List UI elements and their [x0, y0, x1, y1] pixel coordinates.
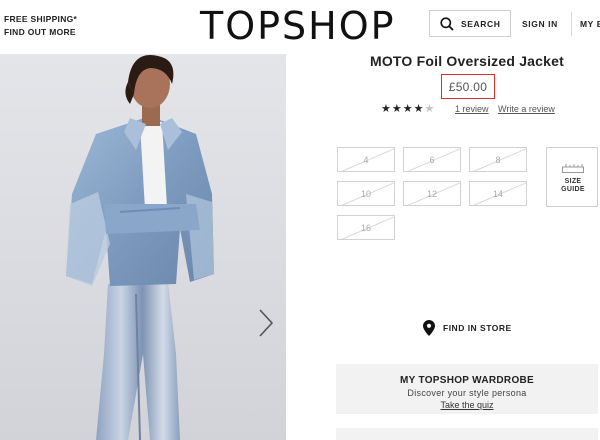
star-empty-icon: ★ — [424, 103, 435, 115]
promo-line-1[interactable]: FREE SHIPPING* — [4, 13, 77, 26]
size-option-4[interactable]: 4 — [337, 147, 395, 172]
size-guide-button[interactable]: SIZE GUIDE — [546, 147, 598, 207]
search-icon — [440, 16, 454, 31]
size-label: 8 — [495, 154, 501, 165]
chevron-right-icon — [259, 309, 274, 337]
star-icon: ★ — [381, 103, 391, 115]
sign-in-link[interactable]: SIGN IN — [522, 19, 558, 29]
my-bag-link[interactable]: MY B — [580, 19, 600, 29]
product-title: MOTO Foil Oversized Jacket — [369, 53, 564, 69]
wardrobe-subtitle: Discover your style persona — [407, 388, 527, 398]
search-button[interactable]: SEARCH — [429, 10, 511, 37]
free-shipping-promo[interactable]: FREE SHIPPING* FIND OUT MORE — [4, 13, 77, 39]
size-label: 12 — [426, 188, 437, 199]
header-divider — [571, 12, 572, 36]
wardrobe-panel: MY TOPSHOP WARDROBE Discover your style … — [336, 364, 598, 414]
site-header: FREE SHIPPING* FIND OUT MORE TOPSHOP SEA… — [0, 0, 600, 54]
ruler-icon — [562, 164, 584, 173]
size-guide-line-1: SIZE — [564, 178, 582, 185]
product-image[interactable] — [0, 54, 286, 440]
star-rating: ★ ★ ★ ★ ★ — [381, 103, 435, 115]
star-icon: ★ — [391, 103, 402, 115]
next-image-button[interactable] — [258, 308, 274, 343]
size-option-16[interactable]: 16 — [337, 215, 395, 240]
size-option-12[interactable]: 12 — [403, 181, 461, 206]
size-option-10[interactable]: 10 — [337, 181, 395, 206]
size-label: 14 — [492, 188, 503, 199]
size-label: 10 — [360, 188, 371, 199]
size-option-8[interactable]: 8 — [469, 147, 527, 172]
size-option-6[interactable]: 6 — [403, 147, 461, 172]
size-label: 6 — [429, 154, 435, 165]
wardrobe-title: MY TOPSHOP WARDROBE — [399, 375, 535, 386]
find-in-store-label: FIND IN STORE — [443, 323, 512, 333]
next-panel-edge — [336, 428, 598, 440]
star-icon: ★ — [402, 103, 413, 115]
search-label: SEARCH — [461, 18, 501, 29]
size-guide-line-2: GUIDE — [561, 186, 585, 193]
star-icon: ★ — [413, 103, 424, 115]
location-pin-icon — [423, 320, 435, 336]
size-option-14[interactable]: 14 — [469, 181, 527, 206]
product-photo-illustration — [0, 54, 286, 440]
product-price: £50.00 — [448, 79, 488, 94]
size-label: 16 — [360, 222, 371, 233]
price-highlight-box: £50.00 — [441, 74, 495, 99]
reviews-link[interactable]: 1 review — [455, 104, 489, 114]
topshop-logo[interactable]: TOPSHOP — [200, 4, 396, 48]
size-guide-label: SIZE GUIDE — [547, 178, 599, 194]
size-label: 4 — [363, 154, 369, 165]
take-quiz-link[interactable]: Take the quiz — [336, 400, 598, 410]
find-in-store-button[interactable]: FIND IN STORE — [423, 320, 512, 336]
write-review-link[interactable]: Write a review — [498, 104, 555, 114]
promo-line-2[interactable]: FIND OUT MORE — [4, 26, 77, 39]
